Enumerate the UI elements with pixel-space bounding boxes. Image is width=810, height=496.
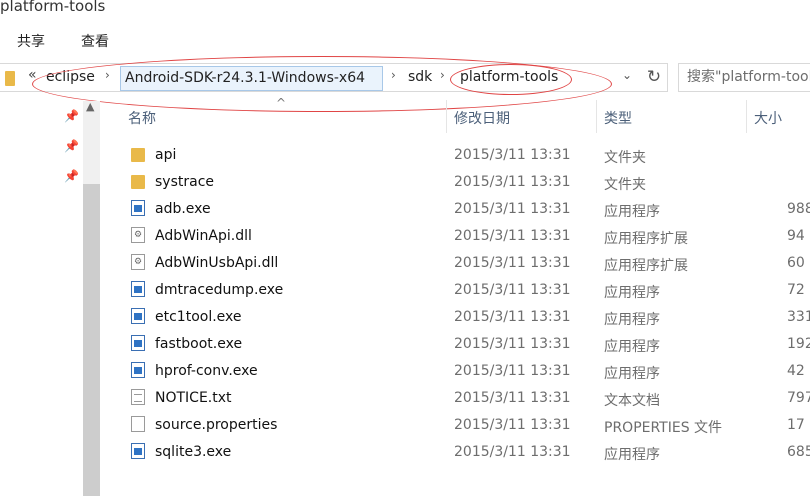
- file-date: 2015/3/11 13:31: [454, 336, 571, 352]
- file-row[interactable]: hprof-conv.exe 2015/3/11 13:31 应用程序 42: [100, 358, 810, 385]
- pin-icon[interactable]: 📌: [64, 169, 79, 183]
- file-type: 文件夹: [604, 177, 646, 193]
- file-type: 文件夹: [604, 150, 646, 166]
- file-row[interactable]: ⚙ AdbWinUsbApi.dll 2015/3/11 13:31 应用程序扩展 60: [100, 250, 810, 277]
- exe-icon: [131, 200, 145, 216]
- file-type: 应用程序: [604, 285, 660, 301]
- file-size: 72: [787, 282, 805, 298]
- file-icon: [131, 416, 145, 432]
- folder-icon: [131, 148, 145, 162]
- file-name: systrace: [155, 174, 215, 190]
- file-name: api: [155, 147, 177, 163]
- exe-icon: [131, 362, 145, 378]
- column-header-name[interactable]: 名称: [128, 108, 156, 128]
- file-date: 2015/3/11 13:31: [454, 201, 571, 217]
- txt-icon: [131, 389, 145, 405]
- folder-icon: [131, 175, 145, 189]
- column-divider[interactable]: [596, 100, 597, 133]
- file-type: 应用程序: [604, 204, 660, 220]
- file-name: adb.exe: [155, 201, 211, 217]
- file-date: 2015/3/11 13:31: [454, 309, 571, 325]
- column-divider[interactable]: [746, 100, 747, 133]
- breadcrumb-separator-icon[interactable]: ›: [440, 68, 445, 82]
- window-title: platform-tools: [0, 0, 106, 15]
- file-type: 应用程序: [604, 312, 660, 328]
- file-name: etc1tool.exe: [155, 309, 242, 325]
- file-size: 685: [787, 444, 810, 460]
- file-row[interactable]: dmtracedump.exe 2015/3/11 13:31 应用程序 72: [100, 277, 810, 304]
- file-name: fastboot.exe: [155, 336, 243, 352]
- breadcrumb-eclipse[interactable]: eclipse: [46, 69, 95, 85]
- exe-icon: [131, 281, 145, 297]
- dll-icon: ⚙: [131, 254, 145, 270]
- file-row[interactable]: etc1tool.exe 2015/3/11 13:31 应用程序 331: [100, 304, 810, 331]
- file-date: 2015/3/11 13:31: [454, 282, 571, 298]
- search-input[interactable]: 搜索"platform-tools": [678, 63, 810, 92]
- file-name: AdbWinApi.dll: [155, 228, 252, 244]
- breadcrumb-separator-icon[interactable]: ›: [391, 68, 396, 82]
- file-date: 2015/3/11 13:31: [454, 444, 571, 460]
- file-type: 应用程序扩展: [604, 231, 688, 247]
- file-name: source.properties: [155, 417, 278, 433]
- file-size: 192: [787, 336, 810, 352]
- exe-icon: [131, 443, 145, 459]
- file-type: 应用程序: [604, 447, 660, 463]
- column-header-type[interactable]: 类型: [604, 108, 632, 128]
- file-row[interactable]: fastboot.exe 2015/3/11 13:31 应用程序 192: [100, 331, 810, 358]
- file-type: 应用程序扩展: [604, 258, 688, 274]
- breadcrumb-android-sdk[interactable]: Android-SDK-r24.3.1-Windows-x64: [120, 66, 383, 91]
- file-row[interactable]: adb.exe 2015/3/11 13:31 应用程序 988: [100, 196, 810, 223]
- column-divider[interactable]: [446, 100, 447, 133]
- file-size: 331: [787, 309, 810, 325]
- file-type: 应用程序: [604, 366, 660, 382]
- file-size: 797: [787, 390, 810, 406]
- file-row[interactable]: api 2015/3/11 13:31 文件夹: [100, 142, 810, 169]
- breadcrumb-platform-tools[interactable]: platform-tools: [460, 69, 558, 85]
- file-date: 2015/3/11 13:31: [454, 174, 571, 190]
- breadcrumb-separator-icon[interactable]: ›: [105, 68, 110, 82]
- file-date: 2015/3/11 13:31: [454, 417, 571, 433]
- file-type: 文本文档: [604, 393, 660, 409]
- tab-view[interactable]: 查看: [81, 31, 109, 51]
- exe-icon: [131, 308, 145, 324]
- file-size: 42: [787, 363, 805, 379]
- sort-ascending-icon: ^: [276, 96, 287, 110]
- column-header-date[interactable]: 修改日期: [454, 108, 510, 128]
- file-name: dmtracedump.exe: [155, 282, 284, 298]
- file-date: 2015/3/11 13:31: [454, 390, 571, 406]
- nav-scrollbar-thumb[interactable]: [83, 184, 100, 496]
- file-row[interactable]: sqlite3.exe 2015/3/11 13:31 应用程序 685: [100, 439, 810, 466]
- file-type: PROPERTIES 文件: [604, 420, 723, 436]
- dll-icon: ⚙: [131, 227, 145, 243]
- file-size: 988: [787, 201, 810, 217]
- file-row[interactable]: source.properties 2015/3/11 13:31 PROPERTI…: [100, 412, 810, 439]
- file-size: 94: [787, 228, 805, 244]
- folder-icon: [5, 71, 15, 86]
- file-row[interactable]: NOTICE.txt 2015/3/11 13:31 文本文档 797: [100, 385, 810, 412]
- refresh-icon[interactable]: ↻: [643, 66, 665, 88]
- overflow-chevron-icon[interactable]: «: [28, 67, 37, 83]
- file-row[interactable]: ⚙ AdbWinApi.dll 2015/3/11 13:31 应用程序扩展 94: [100, 223, 810, 250]
- file-name: NOTICE.txt: [155, 390, 232, 406]
- breadcrumb-sdk[interactable]: sdk: [408, 69, 432, 85]
- file-date: 2015/3/11 13:31: [454, 228, 571, 244]
- file-date: 2015/3/11 13:31: [454, 363, 571, 379]
- file-name: sqlite3.exe: [155, 444, 232, 460]
- file-name: AdbWinUsbApi.dll: [155, 255, 279, 271]
- address-dropdown-icon[interactable]: ⌄: [622, 68, 632, 82]
- file-size: 17: [787, 417, 805, 433]
- exe-icon: [131, 335, 145, 351]
- scroll-up-icon[interactable]: ▲: [86, 100, 94, 113]
- file-name: hprof-conv.exe: [155, 363, 258, 379]
- file-type: 应用程序: [604, 339, 660, 355]
- column-header-size[interactable]: 大小: [754, 108, 782, 128]
- pin-icon[interactable]: 📌: [64, 109, 79, 123]
- file-date: 2015/3/11 13:31: [454, 255, 571, 271]
- file-row[interactable]: systrace 2015/3/11 13:31 文件夹: [100, 169, 810, 196]
- tab-share[interactable]: 共享: [17, 31, 45, 51]
- file-size: 60: [787, 255, 805, 271]
- file-date: 2015/3/11 13:31: [454, 147, 571, 163]
- pin-icon[interactable]: 📌: [64, 139, 79, 153]
